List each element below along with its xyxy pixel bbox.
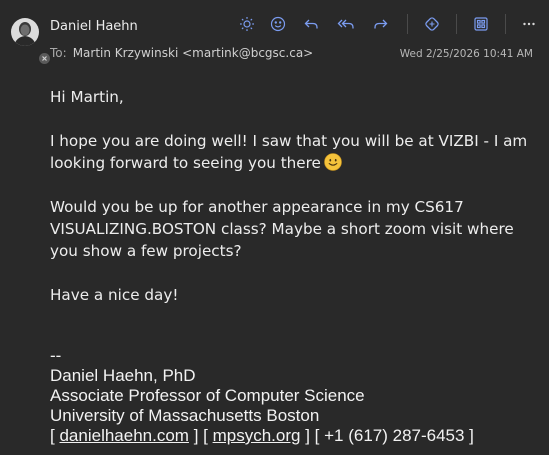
emoji-icon[interactable]	[265, 12, 291, 36]
bracket-text: [	[50, 426, 55, 445]
body-line-text: looking forward to seeing you there	[50, 154, 321, 172]
body-line: I hope you are doing well! I saw that yo…	[50, 132, 528, 150]
toolbar-divider	[407, 14, 408, 34]
toolbar-divider	[456, 14, 457, 34]
website-link[interactable]: danielhaehn.com	[59, 426, 188, 445]
greeting: Hi Martin,	[50, 88, 124, 106]
signature-title: Associate Professor of Computer Science	[50, 386, 365, 405]
recipient-value[interactable]: Martin Krzywinski <martink@bcgsc.ca>	[73, 46, 314, 60]
lab-link[interactable]: mpsych.org	[213, 426, 301, 445]
reply-icon[interactable]	[298, 12, 324, 36]
sun-icon[interactable]	[234, 12, 260, 36]
phone-text: ] [ +1 (617) 287-6453 ]	[305, 426, 474, 445]
message-date: Wed 2/25/2026 10:41 AM	[399, 48, 533, 60]
reply-all-icon[interactable]	[333, 12, 359, 36]
sender-avatar[interactable]	[11, 18, 51, 65]
recipient-line: To: Martin Krzywinski <martink@bcgsc.ca>	[50, 46, 313, 60]
body-line: looking forward to seeing you there	[50, 152, 342, 174]
signature-links: [ danielhaehn.com ] [ mpsych.org ] [ +1 …	[50, 426, 474, 446]
body-line: you show a few projects?	[50, 242, 242, 260]
apps-icon[interactable]	[468, 12, 494, 36]
sender-name[interactable]: Daniel Haehn	[50, 19, 138, 34]
signature-dashes: --	[50, 346, 62, 365]
signature: -- Daniel Haehn, PhD Associate Professor…	[50, 346, 474, 446]
loop-icon[interactable]	[419, 12, 445, 36]
signature-name: Daniel Haehn, PhD	[50, 366, 196, 385]
closing: Have a nice day!	[50, 286, 179, 304]
forward-icon[interactable]	[368, 12, 394, 36]
body-line: VISUALIZING.BOSTON class? Maybe a short …	[50, 220, 514, 238]
to-label: To:	[50, 46, 67, 60]
bracket-text: ] [	[193, 426, 208, 445]
smile-emoji-icon	[324, 153, 342, 171]
message-header: Daniel Haehn To: Martin Krzywinski <marti…	[0, 0, 549, 70]
toolbar-divider	[505, 14, 506, 34]
more-icon[interactable]	[516, 12, 542, 36]
signature-org: University of Massachusetts Boston	[50, 406, 320, 425]
body-line: Would you be up for another appearance i…	[50, 198, 464, 216]
